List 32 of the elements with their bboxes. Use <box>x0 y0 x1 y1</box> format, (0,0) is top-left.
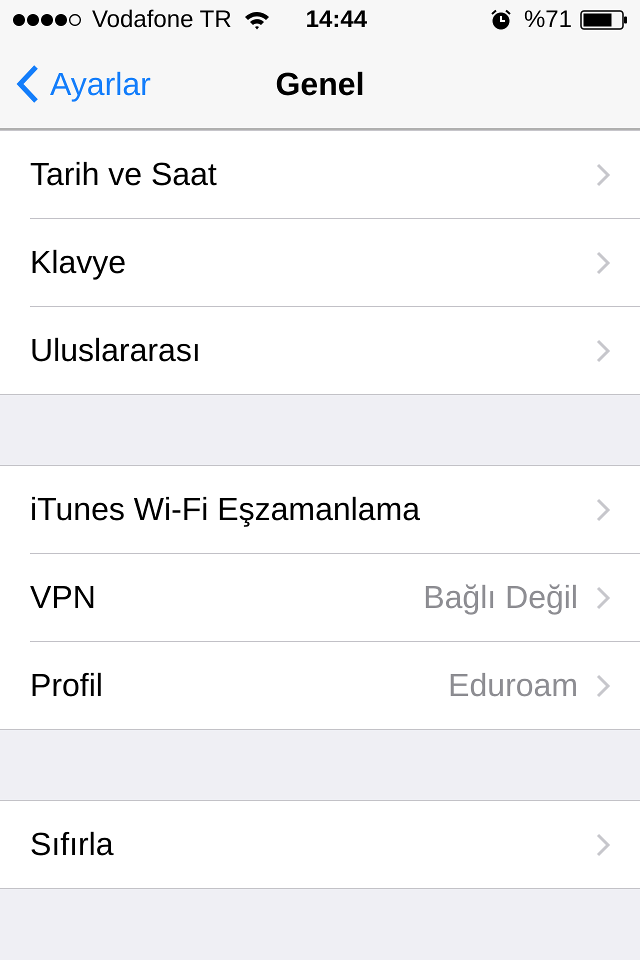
page-title: Genel <box>276 66 364 102</box>
settings-row[interactable]: Tarih ve Saat <box>30 131 640 219</box>
settings-row[interactable]: Uluslararası <box>30 307 640 394</box>
row-label: Profil <box>30 667 104 704</box>
chevron-icon <box>596 162 610 186</box>
settings-row[interactable]: VPN Bağlı Değil <box>30 554 640 642</box>
chevron-icon <box>596 250 610 274</box>
row-label: iTunes Wi-Fi Eşzamanlama <box>30 491 422 528</box>
row-label: VPN <box>30 579 97 616</box>
chevron-icon <box>596 586 610 610</box>
row-value: Bağlı Değil <box>423 579 578 616</box>
back-chevron-icon <box>14 64 40 104</box>
status-time: 14:44 <box>306 6 368 34</box>
row-label: Tarih ve Saat <box>30 156 218 193</box>
carrier-name: Vodafone TR <box>92 6 232 34</box>
settings-row[interactable]: iTunes Wi-Fi Eşzamanlama <box>30 466 640 554</box>
row-label: Klavye <box>30 244 128 281</box>
row-label: Uluslararası <box>30 332 202 369</box>
alarm-icon <box>490 9 512 31</box>
chevron-icon <box>596 674 610 698</box>
row-value: Eduroam <box>448 667 578 704</box>
battery-percent: %71 <box>524 6 572 34</box>
chevron-icon <box>596 498 610 522</box>
signal-icon <box>12 13 84 27</box>
row-label: Sıfırla <box>30 826 115 863</box>
settings-row[interactable]: Klavye <box>30 219 640 307</box>
chevron-icon <box>596 832 610 856</box>
back-button[interactable]: Ayarlar <box>0 64 151 104</box>
wifi-icon <box>244 10 270 30</box>
chevron-icon <box>596 338 610 362</box>
battery-icon <box>580 10 628 30</box>
settings-row[interactable]: Profil Eduroam <box>30 642 640 729</box>
